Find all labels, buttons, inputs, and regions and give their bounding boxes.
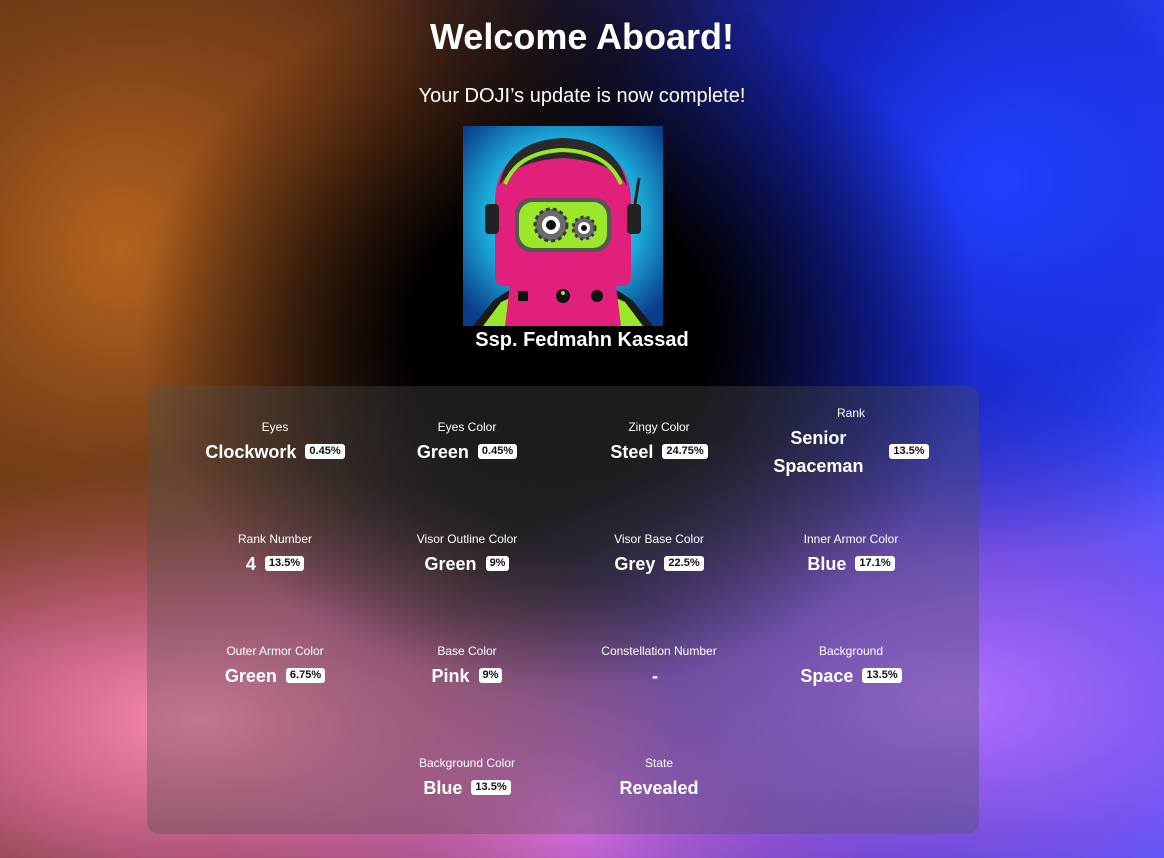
trait-empty-slot (179, 722, 371, 834)
page-subtitle: Your DOJI’s update is now complete! (418, 85, 746, 107)
trait-state: State Revealed (563, 722, 755, 834)
trait-label: Rank Number (237, 531, 313, 546)
astronaut-robot-portrait-icon (463, 126, 663, 326)
doji-avatar-image (463, 126, 663, 326)
rarity-badge: 22.5% (664, 556, 704, 571)
trait-label: Visor Base Color (614, 531, 704, 546)
rarity-badge: 13.5% (862, 668, 902, 683)
rarity-badge: 0.45% (305, 444, 345, 459)
trait-label: Visor Outline Color (416, 531, 518, 546)
trait-base-color: Base Color Pink 9% (371, 610, 563, 722)
trait-visor-outline-color: Visor Outline Color Green 9% (371, 498, 563, 610)
trait-visor-base-color: Visor Base Color Grey 22.5% (563, 498, 755, 610)
trait-label: Eyes (261, 419, 289, 434)
trait-value: Blue (807, 553, 847, 574)
trait-value: Revealed (619, 777, 699, 798)
trait-value: - (652, 665, 658, 686)
trait-value: Green (224, 665, 277, 686)
trait-eyes: Eyes Clockwork 0.45% (179, 386, 371, 498)
trait-value: Pink (431, 665, 470, 686)
traits-panel: Eyes Clockwork 0.45% Eyes Color Green 0.… (147, 386, 979, 834)
trait-label: Base Color (437, 643, 497, 658)
doji-name: Ssp. Fedmahn Kassad (475, 329, 689, 351)
rarity-badge: 13.5% (264, 556, 305, 571)
page-title: Welcome Aboard! (429, 16, 735, 57)
traits-grid: Eyes Clockwork 0.45% Eyes Color Green 0.… (179, 386, 947, 834)
trait-outer-armor-color: Outer Armor Color Green 6.75% (179, 610, 371, 722)
rarity-badge: 24.75% (662, 444, 708, 459)
trait-value: Grey (614, 553, 656, 574)
trait-background: Background Space 13.5% (755, 610, 947, 722)
trait-label: Background (818, 643, 884, 658)
trait-rank: Rank Senior Spaceman 13.5% (755, 386, 947, 498)
rarity-badge: 13.5% (889, 444, 929, 459)
trait-value: Green (416, 441, 469, 462)
trait-value: Space (800, 665, 854, 686)
trait-label: Constellation Number (601, 643, 717, 658)
trait-label: Zingy Color (628, 419, 690, 434)
trait-label: Inner Armor Color (803, 531, 899, 546)
trait-eyes-color: Eyes Color Green 0.45% (371, 386, 563, 498)
rarity-badge: 9% (478, 668, 503, 683)
rarity-badge: 13.5% (471, 780, 511, 795)
trait-value: Green (424, 553, 477, 574)
trait-inner-armor-color: Inner Armor Color Blue 17.1% (755, 498, 947, 610)
trait-value: 4 (245, 553, 256, 574)
trait-label: Rank (836, 405, 865, 420)
trait-value: Steel (610, 441, 654, 462)
rarity-badge: 17.1% (855, 556, 895, 571)
rarity-badge: 9% (485, 556, 510, 571)
trait-label: Outer Armor Color (226, 643, 324, 658)
trait-constellation-number: Constellation Number - (563, 610, 755, 722)
trait-value: Blue (423, 777, 463, 798)
trait-value: Clockwork (205, 441, 297, 462)
trait-zingy-color: Zingy Color Steel 24.75% (563, 386, 755, 498)
trait-value: Senior Spaceman (773, 427, 864, 476)
trait-label: Background Color (418, 755, 516, 770)
trait-background-color: Background Color Blue 13.5% (371, 722, 563, 834)
trait-label: Eyes Color (437, 419, 497, 434)
rarity-badge: 0.45% (477, 444, 518, 459)
trait-rank-number: Rank Number 4 13.5% (179, 498, 371, 610)
trait-label: State (644, 755, 674, 770)
rarity-badge: 6.75% (285, 668, 326, 683)
